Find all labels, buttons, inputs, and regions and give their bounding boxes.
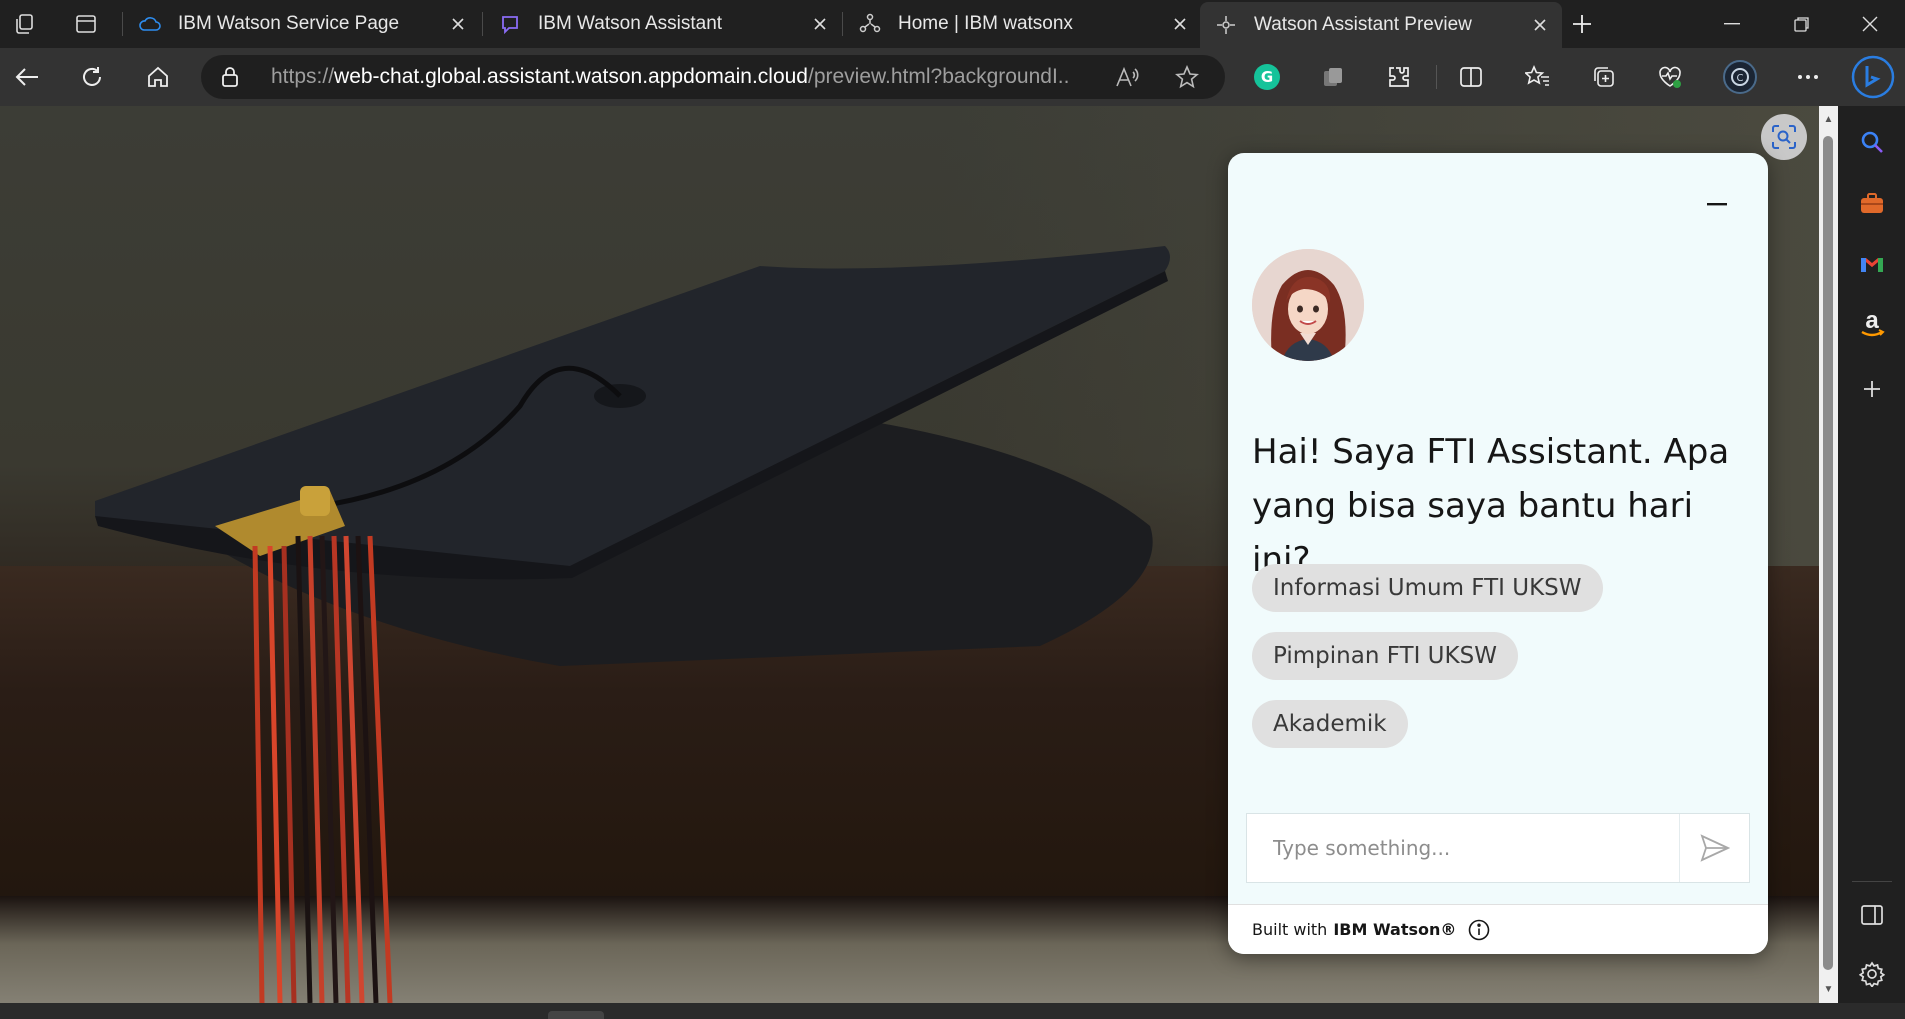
page-scrollbar[interactable]: ▲ ▼ [1819,106,1838,1003]
collections-icon[interactable] [1586,59,1622,95]
close-icon[interactable] [446,12,470,36]
close-icon[interactable] [1168,12,1192,36]
chat-footer: Built with IBM Watson® [1228,904,1768,954]
tab-title: Watson Assistant Preview [1254,14,1472,35]
search-icon[interactable] [1853,123,1891,161]
address-bar[interactable]: https://web-chat.global.assistant.watson… [201,55,1225,99]
scroll-thumb[interactable] [1823,136,1833,970]
briefcase-icon[interactable] [1853,184,1891,222]
send-button[interactable] [1679,814,1749,882]
workspaces-icon[interactable] [6,6,42,42]
close-icon[interactable] [1528,13,1552,37]
more-menu-icon[interactable] [1790,59,1826,95]
extensions-icon[interactable] [1381,59,1417,95]
restore-window-icon[interactable] [1767,0,1837,48]
svg-text:a: a [1865,310,1879,334]
url-text[interactable]: https://web-chat.global.assistant.watson… [271,65,1071,89]
chat-message-input[interactable] [1247,814,1681,882]
profile-avatar[interactable]: C [1722,59,1758,95]
browser-essentials-icon[interactable] [1652,59,1688,95]
ibm-cloud-icon [138,12,162,36]
tab-title: IBM Watson Assistant [538,13,723,34]
copilot-icon[interactable] [1850,54,1896,100]
home-icon[interactable] [140,59,176,95]
option-akademik[interactable]: Akademik [1252,700,1408,748]
favorite-star-icon[interactable] [1169,59,1205,95]
close-window-icon[interactable] [1835,0,1905,48]
tab-strip: IBM Watson Service Page IBM Watson Assis… [0,0,1905,48]
split-screen-icon[interactable] [1453,59,1489,95]
footer-prefix: Built with [1252,920,1328,939]
new-tab-icon[interactable] [1564,6,1600,42]
minimize-chat-button[interactable] [1702,189,1732,219]
chat-input-area [1246,813,1750,883]
copy-extension-icon[interactable] [1315,59,1351,95]
svg-text:C: C [1737,73,1744,84]
gmail-icon[interactable] [1853,245,1891,283]
grammarly-icon[interactable]: G [1249,59,1285,95]
assistant-greeting: Hai! Saya FTI Assistant. Apa yang bisa s… [1252,432,1730,580]
tab-watson-assistant-preview[interactable]: Watson Assistant Preview [1200,2,1562,48]
tab-actions-icon[interactable] [68,6,104,42]
back-icon[interactable] [9,59,45,95]
amazon-icon[interactable]: a [1853,306,1891,344]
close-icon[interactable] [808,12,832,36]
option-pimpinan[interactable]: Pimpinan FTI UKSW [1252,632,1518,680]
settings-icon[interactable] [1853,955,1891,993]
send-icon [1699,834,1730,862]
lock-icon[interactable] [221,66,259,88]
tab-title: IBM Watson Service Page [178,13,400,34]
tab-title: Home | IBM watsonx [898,13,1073,34]
edge-sidebar: a [1838,106,1905,1003]
scroll-up-icon[interactable]: ▲ [1823,114,1834,125]
info-icon[interactable] [1468,919,1490,941]
watsonx-icon [858,12,882,36]
read-aloud-icon[interactable] [1109,59,1145,95]
footer-brand: IBM Watson® [1333,920,1457,939]
chat-widget: Hai! Saya FTI Assistant. Apa yang bisa s… [1228,153,1768,954]
watson-assistant-icon [498,12,522,36]
browser-toolbar: https://web-chat.global.assistant.watson… [0,48,1905,106]
tab-ibm-watson-service-page[interactable]: IBM Watson Service Page [124,0,480,48]
option-informasi-umum[interactable]: Informasi Umum FTI UKSW [1252,564,1603,612]
tab-home-ibm-watsonx[interactable]: Home | IBM watsonx [844,0,1202,48]
tab-ibm-watson-assistant[interactable]: IBM Watson Assistant [484,0,842,48]
add-icon[interactable] [1853,370,1891,408]
scroll-down-icon[interactable]: ▼ [1823,984,1834,995]
minimize-window-icon[interactable] [1697,0,1767,48]
bottom-strip [0,1003,1905,1019]
watson-preview-icon [1214,13,1238,37]
svg-text:G: G [1261,68,1273,86]
refresh-icon[interactable] [74,59,110,95]
assistant-avatar [1252,249,1364,361]
panel-icon[interactable] [1853,896,1891,934]
visual-search-icon[interactable] [1761,114,1807,160]
favorites-icon[interactable] [1520,59,1556,95]
